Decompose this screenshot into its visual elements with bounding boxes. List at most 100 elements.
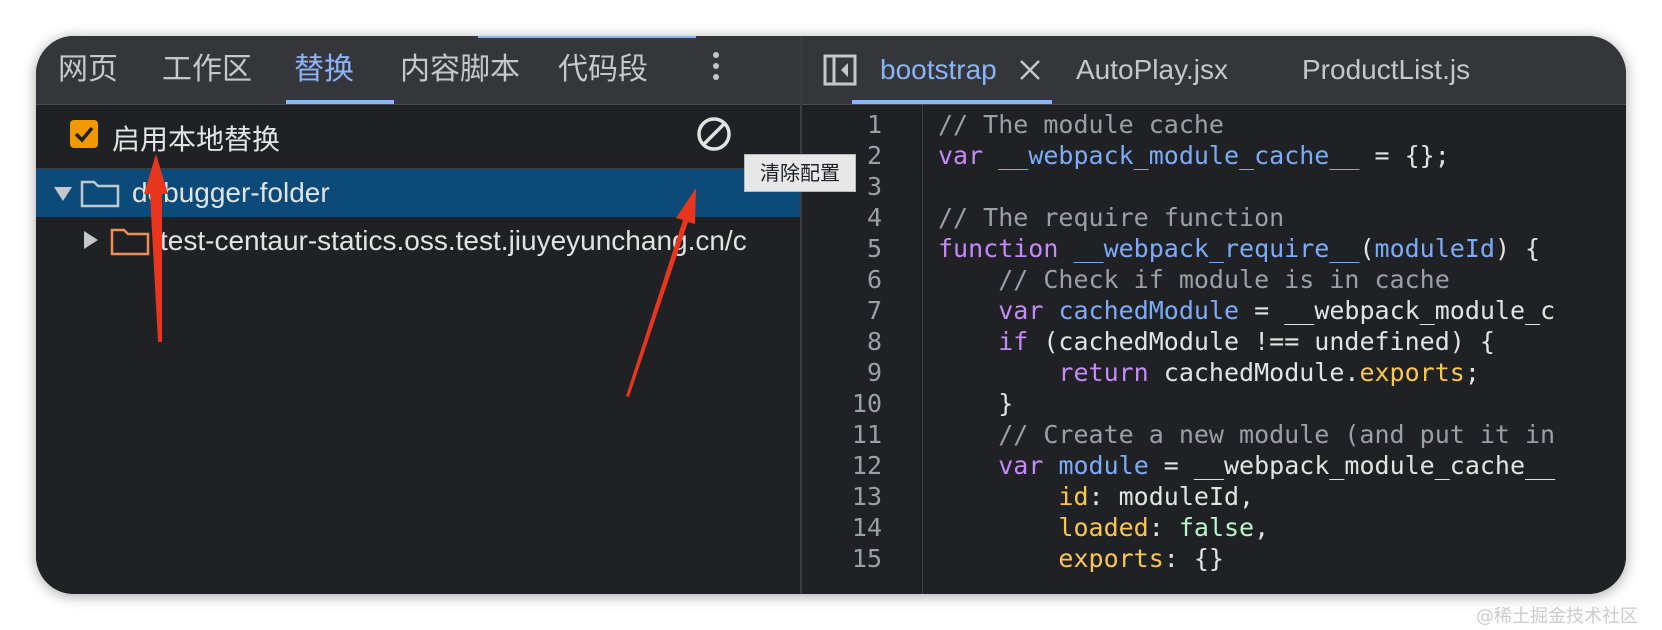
code-token: exports [1058,544,1164,573]
code-line: // The module cache [938,109,1224,140]
code-token: id [1058,482,1089,511]
tree-item-root-label: debugger-folder [132,177,330,208]
tree-item-child-folder[interactable]: test-centaur-statics.oss.test.jiuyeyunch… [36,217,800,265]
code-token: __webpack_module_cache__ [998,141,1360,170]
code-line: var cachedModule = __webpack_module_c [938,295,1555,326]
active-file-tab-indicator [852,100,1052,104]
code-token: var [938,141,999,170]
folder-icon [80,180,120,208]
code-line: // Check if module is in cache [938,264,1450,295]
code-token: loaded [1058,513,1149,542]
code-token: cachedModule [1058,296,1240,325]
code-token: ; [1464,358,1480,387]
code-line: // The require function [938,202,1284,233]
code-token: : moduleId, [1088,482,1255,511]
code-token: = {}; [1359,141,1450,170]
folder-icon [110,228,150,256]
clear-configuration-tooltip: 清除配置 [744,154,856,192]
code-token: var [998,296,1059,325]
collapse-arrow-icon[interactable] [84,231,98,249]
file-tab-autoplay[interactable]: AutoPlay.jsx [1076,36,1228,104]
more-vert-icon[interactable] [708,52,724,88]
sidebar-toggle-icon[interactable] [822,52,858,88]
code-token: var [998,451,1059,480]
tab-overrides[interactable]: 替换 [294,36,354,104]
code-token: // Create a new module (and put it in [938,420,1556,449]
line-number: 7 [866,296,882,325]
code-token: false [1178,513,1255,542]
editor-panel: bootstrap AutoPlay.jsx ProductList.js 12… [802,36,1626,594]
code-token: : {} [1163,544,1224,573]
editor-tabbar: bootstrap AutoPlay.jsx ProductList.js [802,36,1626,105]
code-token: function [938,234,1074,263]
code-token: ) { [1494,234,1541,263]
line-number: 6 [866,265,882,294]
line-number: 4 [866,203,882,232]
line-number: 1 [866,110,882,139]
code-line: // Create a new module (and put it in [938,419,1555,450]
line-number: 11 [851,420,882,449]
enable-overrides-label: 启用本地替换 [112,123,281,156]
line-number: 10 [851,389,882,418]
line-number: 9 [866,358,882,387]
watermark: @稀土掘金技术社区 [1476,606,1638,627]
code-line: id: moduleId, [938,481,1254,512]
code-token: (cachedModule !== undefined) { [1043,327,1495,356]
tab-workspace[interactable]: 工作区 [162,36,252,104]
overrides-toolbar: 启用本地替换 [36,104,800,169]
code-token: __webpack_require__ [1073,234,1360,263]
code-line: if (cachedModule !== undefined) { [938,326,1495,357]
code-token: = __webpack_module_c [1239,296,1556,325]
code-line: exports: {} [938,543,1224,574]
code-token: ( [1359,234,1375,263]
tab-content-scripts[interactable]: 内容脚本 [400,36,520,104]
line-number: 13 [851,482,882,511]
code-line: function __webpack_require__(moduleId) { [938,233,1540,264]
enable-overrides-checkbox[interactable] [70,120,98,148]
file-tab-bootstrap[interactable]: bootstrap [880,36,997,104]
code-line: var __webpack_module_cache__ = {}; [938,140,1450,171]
expand-arrow-icon[interactable] [54,187,72,201]
line-number: 14 [851,513,882,542]
tree-item-child-label: test-centaur-statics.oss.test.jiuyeyunch… [160,225,747,256]
code-token: // The module cache [938,110,1224,139]
code-token: // Check if module is in cache [938,265,1450,294]
code-token: return [1058,358,1164,387]
code-token: = __webpack_module_cache__ [1148,451,1556,480]
close-icon[interactable] [1018,58,1042,82]
code-token: : [1148,513,1179,542]
clear-configuration-button[interactable] [696,116,732,152]
code-line: var module = __webpack_module_cache__ [938,450,1555,481]
code-line: return cachedModule.exports; [938,357,1480,388]
code-line: } [938,388,1013,419]
code-token: } [938,389,1014,418]
code-token: exports [1359,358,1465,387]
code-token: , [1254,513,1270,542]
code-token: cachedModule. [1163,358,1360,387]
tab-page[interactable]: 网页 [58,36,118,104]
tab-snippets[interactable]: 代码段 [558,36,648,104]
check-icon [74,126,94,143]
tree-item-root-folder[interactable]: debugger-folder [36,169,800,217]
code-token: module [1058,451,1149,480]
code-token: // The require function [938,203,1285,232]
block-icon [697,117,731,151]
code-token: if [998,327,1044,356]
code-token: moduleId [1374,234,1495,263]
line-number: 8 [866,327,882,356]
navigator-tabbar: 网页 工作区 替换 内容脚本 代码段 [36,36,800,105]
line-number: 5 [866,234,882,263]
code-line: loaded: false, [938,512,1269,543]
line-number: 12 [851,451,882,480]
sources-navigator: 网页 工作区 替换 内容脚本 代码段 启用本地替换 debugger-folde… [36,36,800,594]
devtools-window: 网页 工作区 替换 内容脚本 代码段 启用本地替换 debugger-folde… [36,36,1626,594]
line-number: 15 [851,544,882,573]
file-tab-productlist[interactable]: ProductList.js [1302,36,1470,104]
